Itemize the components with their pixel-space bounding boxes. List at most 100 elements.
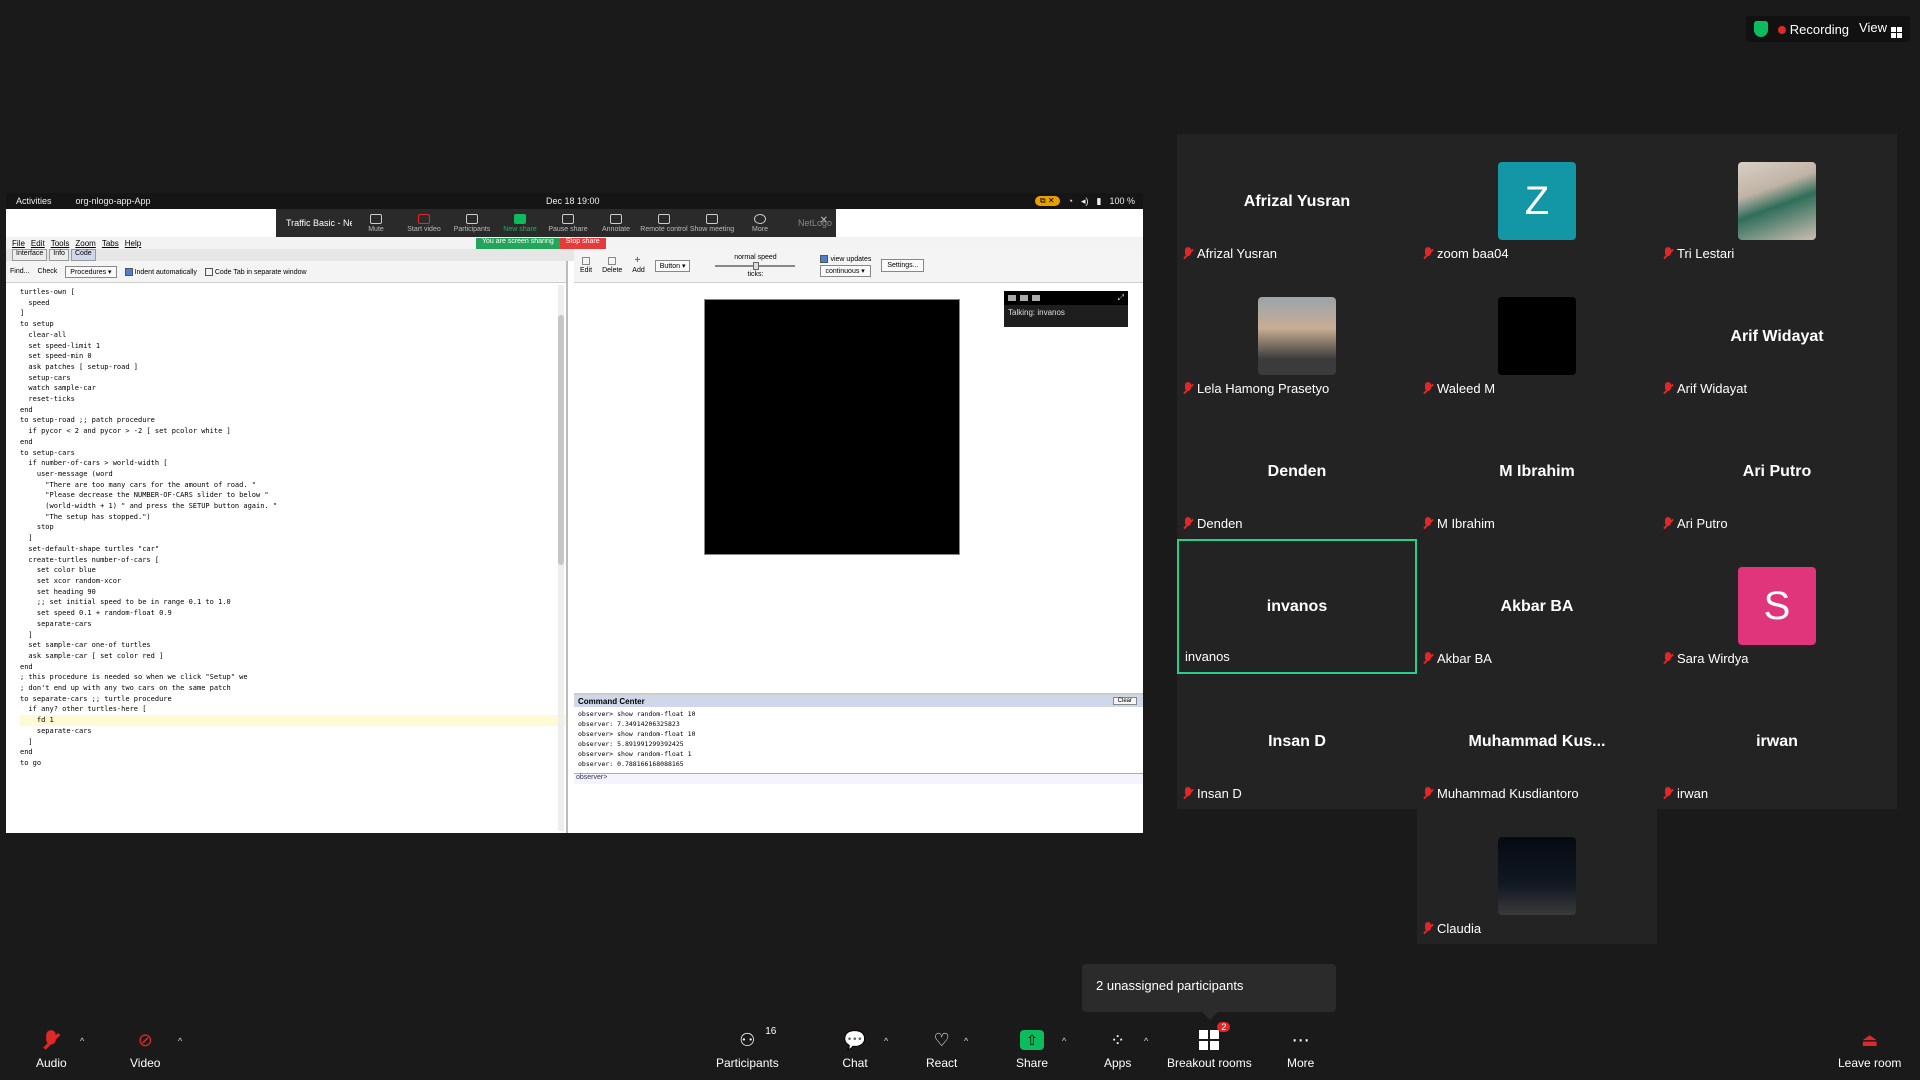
pause-share-button[interactable]: Pause share	[544, 213, 592, 233]
code-line[interactable]: to setup-road ;; patch procedure	[20, 415, 566, 426]
command-input[interactable]: observer>	[574, 773, 1143, 784]
view-button[interactable]: View	[1859, 20, 1902, 38]
code-line[interactable]: set speed-min 0	[20, 351, 566, 362]
code-line[interactable]: end	[20, 747, 566, 758]
menu-file[interactable]: File	[12, 239, 25, 248]
code-line[interactable]: set speed 0.1 + random-float 0.9	[20, 608, 566, 619]
recording-indicator[interactable]: Recording	[1777, 22, 1849, 37]
code-line[interactable]: separate-cars	[20, 726, 566, 737]
code-line[interactable]: "Please decrease the NUMBER-OF-CARS slid…	[20, 490, 566, 501]
participant-tile[interactable]: Arif Widayat Arif Widayat	[1657, 269, 1897, 404]
clear-button[interactable]: Clear	[1112, 697, 1137, 705]
share-participants-button[interactable]: Participants	[448, 213, 496, 233]
code-line[interactable]: ; this procedure is needed so when we cl…	[20, 672, 566, 683]
code-line[interactable]: stop	[20, 522, 566, 533]
code-line[interactable]: to separate-cars ;; turtle procedure	[20, 694, 566, 705]
video-button[interactable]: ⊘ Video	[130, 1028, 160, 1071]
code-line[interactable]: reset-ticks	[20, 394, 566, 405]
show-meeting-button[interactable]: Show meeting	[688, 213, 736, 233]
code-line[interactable]: clear-all	[20, 330, 566, 341]
close-icon[interactable]: ✕	[820, 215, 828, 226]
code-line[interactable]: ]	[20, 533, 566, 544]
view-updates-checkbox[interactable]: view updates	[820, 254, 871, 263]
participant-tile[interactable]: Muhammad Kus... Muhammad Kusdiantoro	[1417, 674, 1657, 809]
edit-button[interactable]: Edit	[580, 257, 592, 274]
participant-tile[interactable]: Ari Putro Ari Putro	[1657, 404, 1897, 539]
tab-info[interactable]: Info	[49, 249, 69, 261]
code-line[interactable]: create-turtles number-of-cars [	[20, 555, 566, 566]
code-line[interactable]: set speed-limit 1	[20, 341, 566, 352]
world-view[interactable]	[704, 299, 960, 555]
tab-code[interactable]: Code	[70, 249, 96, 261]
participant-tile[interactable]: Zzoom baa04	[1417, 134, 1657, 269]
code-scrollbar[interactable]	[558, 285, 564, 831]
code-line[interactable]: setup-cars	[20, 373, 566, 384]
scroll-thumb[interactable]	[558, 315, 564, 565]
speed-track[interactable]	[715, 261, 796, 270]
code-line[interactable]: ; don't end up with any two cars on the …	[20, 683, 566, 694]
procedures-dropdown[interactable]: Procedures ▾	[65, 265, 117, 278]
react-caret-icon[interactable]: ^	[964, 1036, 968, 1046]
minimize-icon[interactable]	[1008, 295, 1016, 301]
add-button[interactable]: + Add	[632, 256, 644, 275]
indent-checkbox[interactable]: Indent automatically	[124, 267, 197, 276]
update-mode-dropdown[interactable]: continuous ▾	[820, 264, 872, 277]
apps-caret-icon[interactable]: ^	[1144, 1036, 1148, 1046]
participant-tile[interactable]: M Ibrahim M Ibrahim	[1417, 404, 1657, 539]
participant-tile[interactable]: Lela Hamong Prasetyo	[1177, 269, 1417, 404]
audio-caret-icon[interactable]: ^	[80, 1036, 84, 1046]
gallery-view-icon[interactable]	[1032, 295, 1040, 301]
speed-slider[interactable]: normal speed ticks:	[700, 254, 810, 278]
code-line[interactable]: end	[20, 437, 566, 448]
share-indicator-icon[interactable]: ⧉ ✕	[1034, 196, 1060, 206]
code-line[interactable]: end	[20, 405, 566, 416]
share-video-button[interactable]: Start video	[400, 213, 448, 233]
code-line[interactable]: to go	[20, 758, 566, 769]
annotate-button[interactable]: Annotate	[592, 213, 640, 233]
code-line[interactable]: watch sample-car	[20, 383, 566, 394]
share-button[interactable]: ⇧ Share	[1016, 1028, 1048, 1070]
participant-tile[interactable]: Akbar BA Akbar BA	[1417, 539, 1657, 674]
speed-knob[interactable]	[753, 261, 760, 270]
code-editor[interactable]: turtles-own [ speed] to setup clear-all s…	[6, 283, 566, 769]
code-line[interactable]: to setup-cars	[20, 448, 566, 459]
code-line[interactable]: ask sample-car [ set color red ]	[20, 651, 566, 662]
participants-button[interactable]: ⚇ 16 Participants	[716, 1026, 779, 1070]
code-line[interactable]: if number-of-cars > world-width [	[20, 458, 566, 469]
participant-tile[interactable]: invanos invanos	[1177, 539, 1417, 674]
app-menu[interactable]: org-nlogo-app-App	[76, 196, 151, 206]
share-more-button[interactable]: More	[736, 213, 784, 233]
security-shield-icon[interactable]	[1753, 21, 1768, 37]
code-line[interactable]: set heading 90	[20, 587, 566, 598]
code-line[interactable]: user-message (word	[20, 469, 566, 480]
stop-share-button[interactable]: Stop share	[559, 238, 606, 249]
delete-button[interactable]: Delete	[602, 257, 622, 274]
menu-tabs[interactable]: Tabs	[102, 239, 119, 248]
react-button[interactable]: ♡ React	[926, 1028, 957, 1071]
menu-edit[interactable]: Edit	[31, 239, 45, 248]
new-share-button[interactable]: New share	[496, 213, 544, 233]
audio-button[interactable]: Audio	[36, 1028, 67, 1070]
code-line[interactable]: ask patches [ setup-road ]	[20, 362, 566, 373]
code-line[interactable]: set-default-shape turtles "car"	[20, 544, 566, 555]
code-line[interactable]: ]	[20, 308, 566, 319]
chat-caret-icon[interactable]: ^	[884, 1036, 888, 1046]
clock[interactable]: Dec 18 19:00	[546, 196, 600, 206]
menu-tools[interactable]: Tools	[51, 239, 70, 248]
breakout-rooms-button[interactable]: 2 Breakout rooms	[1167, 1022, 1252, 1070]
code-line[interactable]: "There are too many cars for the amount …	[20, 480, 566, 491]
participant-tile[interactable]: Insan D Insan D	[1177, 674, 1417, 809]
menu-help[interactable]: Help	[125, 239, 141, 248]
code-line[interactable]: (world-width + 1) " and press the SETUP …	[20, 501, 566, 512]
participant-tile[interactable]: Afrizal Yusran Afrizal Yusran	[1177, 134, 1417, 269]
code-line[interactable]: turtles-own [	[20, 287, 566, 298]
leave-room-button[interactable]: ⏏ Leave room	[1838, 1028, 1901, 1071]
menu-zoom[interactable]: Zoom	[75, 239, 95, 248]
apps-button[interactable]: ⁘ Apps	[1104, 1028, 1131, 1071]
share-caret-icon[interactable]: ^	[1062, 1036, 1066, 1046]
more-button[interactable]: ⋯ More	[1287, 1028, 1314, 1071]
code-line[interactable]: set sample-car one-of turtles	[20, 640, 566, 651]
code-line[interactable]: separate-cars	[20, 619, 566, 630]
code-line[interactable]: set color blue	[20, 565, 566, 576]
participant-tile[interactable]: Waleed M	[1417, 269, 1657, 404]
